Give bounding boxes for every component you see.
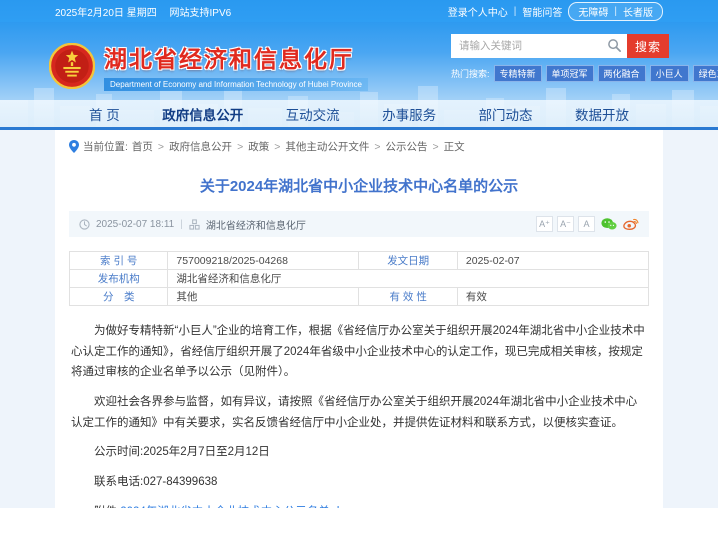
site-title-english: Department of Economy and Information Te… — [104, 78, 368, 91]
search-input[interactable] — [451, 34, 627, 58]
search-icon[interactable] — [607, 38, 622, 53]
font-increase-button[interactable]: A⁺ — [536, 216, 553, 232]
validity-label: 有 效 性 — [359, 288, 457, 306]
accessibility-pill: 无障碍 | 长者版 — [568, 2, 663, 21]
index-number-value: 757009218/2025-04268 — [168, 252, 359, 270]
pill-divider: | — [614, 6, 617, 17]
breadcrumb-separator: > — [274, 141, 280, 153]
site-title: 湖北省经济和信息化厅 — [104, 40, 368, 74]
hot-tag-lhrh[interactable]: 两化融合 — [598, 65, 646, 82]
hot-tag-xjr[interactable]: 小巨人 — [650, 65, 689, 82]
main-section: 当前位置: 首页 > 政府信息公开 > 政策 > 其他主动公开文件 > 公示公告… — [0, 130, 718, 508]
issue-date-label: 发文日期 — [359, 252, 457, 270]
topbar-divider: | — [514, 6, 517, 17]
table-row: 发布机构 湖北省经济和信息化厅 — [70, 270, 649, 288]
top-utility-bar: 2025年2月20日 星期四 网站支持IPV6 登录个人中心 | 智能问答 无障… — [0, 0, 718, 22]
publisher-value: 湖北省经济和信息化厅 — [168, 270, 649, 288]
publicity-period-line: 公示时间:2025年2月7日至2月12日 — [71, 442, 647, 463]
brand-text-block: 湖北省经济和信息化厅 Department of Economy and Inf… — [104, 40, 368, 92]
accessibility-link[interactable]: 无障碍 — [578, 4, 608, 19]
breadcrumb-separator: > — [432, 141, 438, 153]
hot-search-label: 热门搜索: — [451, 67, 490, 80]
issue-date-value: 2025-02-07 — [457, 252, 648, 270]
search-area: 搜索 热门搜索: 专精特新 单项冠军 两化融合 小巨人 绿色工厂 — [451, 22, 669, 100]
elder-version-link[interactable]: 长者版 — [623, 4, 653, 19]
nav-item-services[interactable]: 办事服务 — [382, 104, 436, 124]
attachment-docx-link[interactable]: 2024年湖北省中小企业技术中心公示名单.docx — [120, 506, 357, 508]
nav-item-home[interactable]: 首 页 — [89, 104, 120, 124]
publisher-label: 发布机构 — [70, 270, 168, 288]
breadcrumb-label: 当前位置: — [83, 139, 128, 154]
paragraph-1: 为做好专精特新“小巨人”企业的培育工作，根据《省经信厅办公室关于组织开展2024… — [71, 321, 647, 383]
site-brand[interactable]: 湖北省经济和信息化厅 Department of Economy and Inf… — [49, 22, 368, 100]
wechat-share-icon[interactable] — [601, 217, 617, 231]
current-date: 2025年2月20日 星期四 — [55, 8, 157, 19]
article-card: 当前位置: 首页 > 政府信息公开 > 政策 > 其他主动公开文件 > 公示公告… — [55, 130, 663, 508]
paragraph-2: 欢迎社会各界参与监督，如有异议，请按照《省经信厅办公室关于组织开展2024年湖北… — [71, 392, 647, 433]
breadcrumb: 当前位置: 首页 > 政府信息公开 > 政策 > 其他主动公开文件 > 公示公告… — [55, 130, 663, 160]
national-emblem-logo — [49, 43, 95, 89]
contact-phone-line: 联系电话:027-84399638 — [71, 472, 647, 493]
weibo-share-icon[interactable] — [623, 217, 639, 231]
nav-item-open-data[interactable]: 数据开放 — [575, 104, 629, 124]
article-body: 为做好专精特新“小巨人”企业的培育工作，根据《省经信厅办公室关于组织开展2024… — [71, 321, 647, 508]
meta-left: 2025-02-07 18:11 | 湖北省经济和信息化厅 — [79, 217, 306, 232]
category-value: 其他 — [168, 288, 359, 306]
nav-item-gov-info[interactable]: 政府信息公开 — [162, 104, 243, 124]
clock-icon — [79, 219, 90, 230]
page-title: 关于2024年湖北省中小企业技术中心名单的公示 — [75, 175, 643, 196]
nav-item-dept-news[interactable]: 部门动态 — [479, 104, 533, 124]
topbar-left: 2025年2月20日 星期四 网站支持IPV6 — [55, 4, 241, 19]
meta-divider: | — [180, 219, 183, 230]
main-navigation: 首 页 政府信息公开 互动交流 办事服务 部门动态 数据开放 — [0, 100, 718, 130]
nav-item-interaction[interactable]: 互动交流 — [286, 104, 340, 124]
index-number-label: 索 引 号 — [70, 252, 168, 270]
publish-datetime: 2025-02-07 18:11 — [96, 219, 174, 230]
validity-value: 有效 — [457, 288, 648, 306]
hot-tag-lsgc[interactable]: 绿色工厂 — [693, 65, 718, 82]
login-personal-center-link[interactable]: 登录个人中心 — [448, 4, 508, 19]
document-info-table: 索 引 号 757009218/2025-04268 发文日期 2025-02-… — [69, 251, 649, 306]
ipv6-support-label: 网站支持IPV6 — [170, 8, 232, 19]
breadcrumb-home[interactable]: 首页 — [132, 139, 153, 154]
font-decrease-button[interactable]: A⁻ — [557, 216, 574, 232]
search-button[interactable]: 搜索 — [627, 34, 669, 58]
breadcrumb-policy[interactable]: 政策 — [248, 139, 269, 154]
breadcrumb-separator: > — [158, 141, 164, 153]
breadcrumb-separator: > — [374, 141, 380, 153]
meta-right: A⁺ A⁻ A — [536, 216, 639, 232]
breadcrumb-other-docs[interactable]: 其他主动公开文件 — [285, 139, 369, 154]
hot-tag-dxgj[interactable]: 单项冠军 — [546, 65, 594, 82]
publish-source: 湖北省经济和信息化厅 — [206, 217, 306, 232]
organization-icon — [189, 219, 200, 230]
header-banner: 湖北省经济和信息化厅 Department of Economy and Inf… — [0, 22, 718, 130]
hot-search-row: 热门搜索: 专精特新 单项冠军 两化融合 小巨人 绿色工厂 — [451, 65, 669, 82]
smart-qa-link[interactable]: 智能问答 — [522, 4, 562, 19]
hot-tag-zjtx[interactable]: 专精特新 — [494, 65, 542, 82]
location-pin-icon — [69, 140, 79, 153]
article-meta-bar: 2025-02-07 18:11 | 湖北省经济和信息化厅 A⁺ A⁻ A — [69, 211, 649, 237]
breadcrumb-separator: > — [237, 141, 243, 153]
font-reset-button[interactable]: A — [578, 216, 595, 232]
attachment-label: 附件: — [94, 506, 120, 508]
category-label: 分 类 — [70, 288, 168, 306]
breadcrumb-announcements[interactable]: 公示公告 — [385, 139, 427, 154]
table-row: 分 类 其他 有 效 性 有效 — [70, 288, 649, 306]
breadcrumb-current: 正文 — [444, 139, 465, 154]
breadcrumb-gov-info[interactable]: 政府信息公开 — [169, 139, 232, 154]
attachment-line: 附件:2024年湖北省中小企业技术中心公示名单.docx — [71, 502, 647, 508]
table-row: 索 引 号 757009218/2025-04268 发文日期 2025-02-… — [70, 252, 649, 270]
topbar-right: 登录个人中心 | 智能问答 无障碍 | 长者版 — [448, 2, 663, 21]
